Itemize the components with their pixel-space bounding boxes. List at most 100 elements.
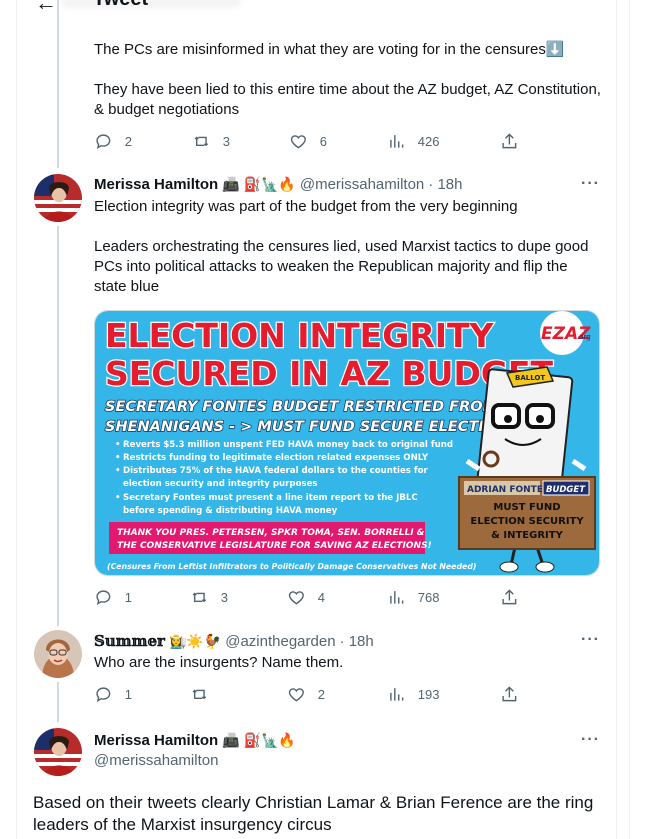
right-sidebar-edge (629, 0, 648, 839)
avatar[interactable] (34, 174, 82, 222)
handle[interactable]: @azinthegarden (225, 633, 335, 650)
image-thanks-1: THANK YOU PRES. PETERSEN, SPKR TOMA, SEN… (117, 528, 425, 538)
like-button[interactable]: 6 (289, 132, 327, 151)
tweet-author: 𝕊𝕦𝕞𝕞𝕖𝕣 👩‍🌾☀️🐓 @azinthegarden · 18h (94, 632, 374, 650)
tweet-paragraph: They have been lied to this entire time … (94, 81, 601, 118)
image-bullet-text: Restricts funding to legitimate election… (123, 453, 429, 463)
arrow-left-icon[interactable]: ← (35, 0, 57, 16)
share-button[interactable] (500, 132, 519, 151)
reply-button[interactable]: 2 (94, 132, 132, 151)
more-options-icon[interactable]: ··· (581, 731, 600, 749)
avatar-image (34, 728, 82, 776)
image-bullet: • (115, 440, 121, 450)
avatar[interactable] (34, 728, 82, 776)
avatar[interactable] (34, 630, 82, 678)
reply-icon (96, 134, 111, 150)
tweet-paragraph: The PCs are misinformed in what they are… (94, 41, 565, 58)
tweet-actions: 2 3 6 426 (94, 132, 604, 152)
reply-button[interactable]: 1 (94, 685, 132, 704)
view-count: 768 (417, 589, 440, 605)
retweet-icon (192, 689, 207, 700)
like-count: 2 (317, 686, 325, 702)
sign-name: ADRIAN FONTES (467, 485, 549, 495)
views-button[interactable]: 768 (387, 588, 439, 607)
image-bullet-text: election security and integrity purposes (123, 479, 318, 489)
display-name[interactable]: Merissa Hamilton (94, 732, 218, 749)
badge-subtext: .org (577, 333, 591, 341)
budget-sign: ADRIAN FONTES BUDGET MUST FUND ELECTION … (458, 476, 596, 550)
reply-count: 1 (124, 686, 132, 702)
handle[interactable]: @merissahamilton (94, 752, 218, 769)
tweet-author: Merissa Hamilton 📠 ⛽🗽🔥 (94, 732, 296, 749)
retweet-icon (192, 592, 207, 603)
share-button[interactable] (500, 685, 519, 704)
display-name[interactable]: Merissa Hamilton (94, 176, 218, 193)
image-bullet: • (115, 453, 121, 463)
thread-line (57, 682, 59, 722)
reply-button[interactable]: 1 (94, 588, 132, 607)
timeline-column: ← Tweet The PCs are misinformed in what … (16, 0, 617, 839)
like-button[interactable]: 4 (287, 588, 325, 607)
image-bullet-text: Distributes 75% of the HAVA federal doll… (123, 466, 429, 476)
share-button[interactable] (500, 588, 519, 607)
share-icon (502, 686, 517, 702)
like-button[interactable]: 2 (287, 685, 325, 704)
reply-icon (96, 590, 111, 606)
heart-icon (290, 135, 306, 149)
tweet-media-image[interactable]: ELECTION INTEGRITY SECURED IN AZ BUDGET … (94, 310, 600, 576)
share-icon (502, 133, 517, 149)
like-count: 6 (319, 133, 327, 149)
reply-count: 2 (124, 133, 132, 149)
timestamp[interactable]: · 18h (340, 633, 374, 650)
thread-line (57, 226, 59, 626)
retweet-button[interactable]: 3 (190, 588, 228, 607)
thread-line (57, 0, 59, 168)
reply-icon (96, 687, 111, 703)
name-emojis: 📠 ⛽🗽🔥 (222, 732, 296, 748)
retweet-icon (194, 136, 209, 147)
tweet-actions: 1 3 4 768 (94, 588, 604, 608)
image-footnote: (Censures From Leftist Infiltrators to P… (107, 562, 476, 571)
image-bullet-text: Reverts $5.3 million unspent FED HAVA mo… (123, 440, 453, 450)
image-subtitle-2: SHENANIGANS - > MUST FUND SECURE ELECTIO… (105, 419, 519, 435)
sign-line-2: ELECTION SECURITY (470, 516, 584, 527)
tweet-author: Merissa Hamilton 📠 ⛽🗽🔥 @merissahamilton … (94, 176, 462, 193)
analytics-icon (390, 591, 404, 604)
handle[interactable]: @merissahamilton (300, 176, 424, 193)
reply-count: 1 (124, 589, 132, 605)
image-subtitle-1: SECRETARY FONTES BUDGET RESTRICTED FROM (105, 399, 498, 415)
tweet-text: Election integrity was part of the budge… (94, 197, 604, 297)
display-name[interactable]: 𝕊𝕦𝕞𝕞𝕖𝕣 (94, 632, 165, 650)
election-integrity-graphic: ELECTION INTEGRITY SECURED IN AZ BUDGET … (95, 311, 599, 575)
more-options-icon[interactable]: ··· (581, 175, 600, 193)
header-blur (61, 0, 241, 8)
avatar-image (34, 630, 82, 678)
page-title: Tweet (93, 0, 148, 11)
name-emojis: 👩‍🌾☀️🐓 (168, 632, 222, 649)
retweet-count: 3 (222, 133, 230, 149)
more-options-icon[interactable]: ··· (581, 631, 600, 649)
retweet-button[interactable]: 3 (192, 132, 230, 151)
views-button[interactable]: 426 (387, 132, 439, 151)
image-bullet-text: before spending & distributing HAVA mone… (123, 506, 338, 516)
tweet-text: The PCs are misinformed in what they are… (94, 40, 604, 120)
heart-icon (288, 591, 304, 605)
image-thanks-2: THE CONSERVATIVE LEGISLATURE FOR SAVING … (117, 541, 432, 551)
timestamp[interactable]: · 18h (428, 176, 462, 193)
sign-line-3: & INTEGRITY (491, 530, 563, 541)
heart-icon (288, 688, 304, 702)
tweet-paragraph: Election integrity was part of the budge… (94, 198, 518, 215)
views-button[interactable]: 193 (387, 685, 439, 704)
tweet-actions: 1 2 193 (94, 685, 604, 705)
share-icon (502, 589, 517, 605)
ballot-label: BALLOT (515, 374, 545, 382)
view-count: 426 (417, 133, 440, 149)
tweet-text: Who are the insurgents? Name them. (94, 654, 344, 671)
view-count: 193 (417, 686, 440, 702)
retweet-button[interactable] (190, 685, 209, 704)
sign-line-1: MUST FUND (493, 502, 560, 513)
tweet-handle-line: @merissahamilton (94, 752, 218, 769)
retweet-count: 3 (220, 589, 228, 605)
image-title-1: ELECTION INTEGRITY (105, 316, 495, 355)
sign-budget: BUDGET (546, 485, 586, 495)
